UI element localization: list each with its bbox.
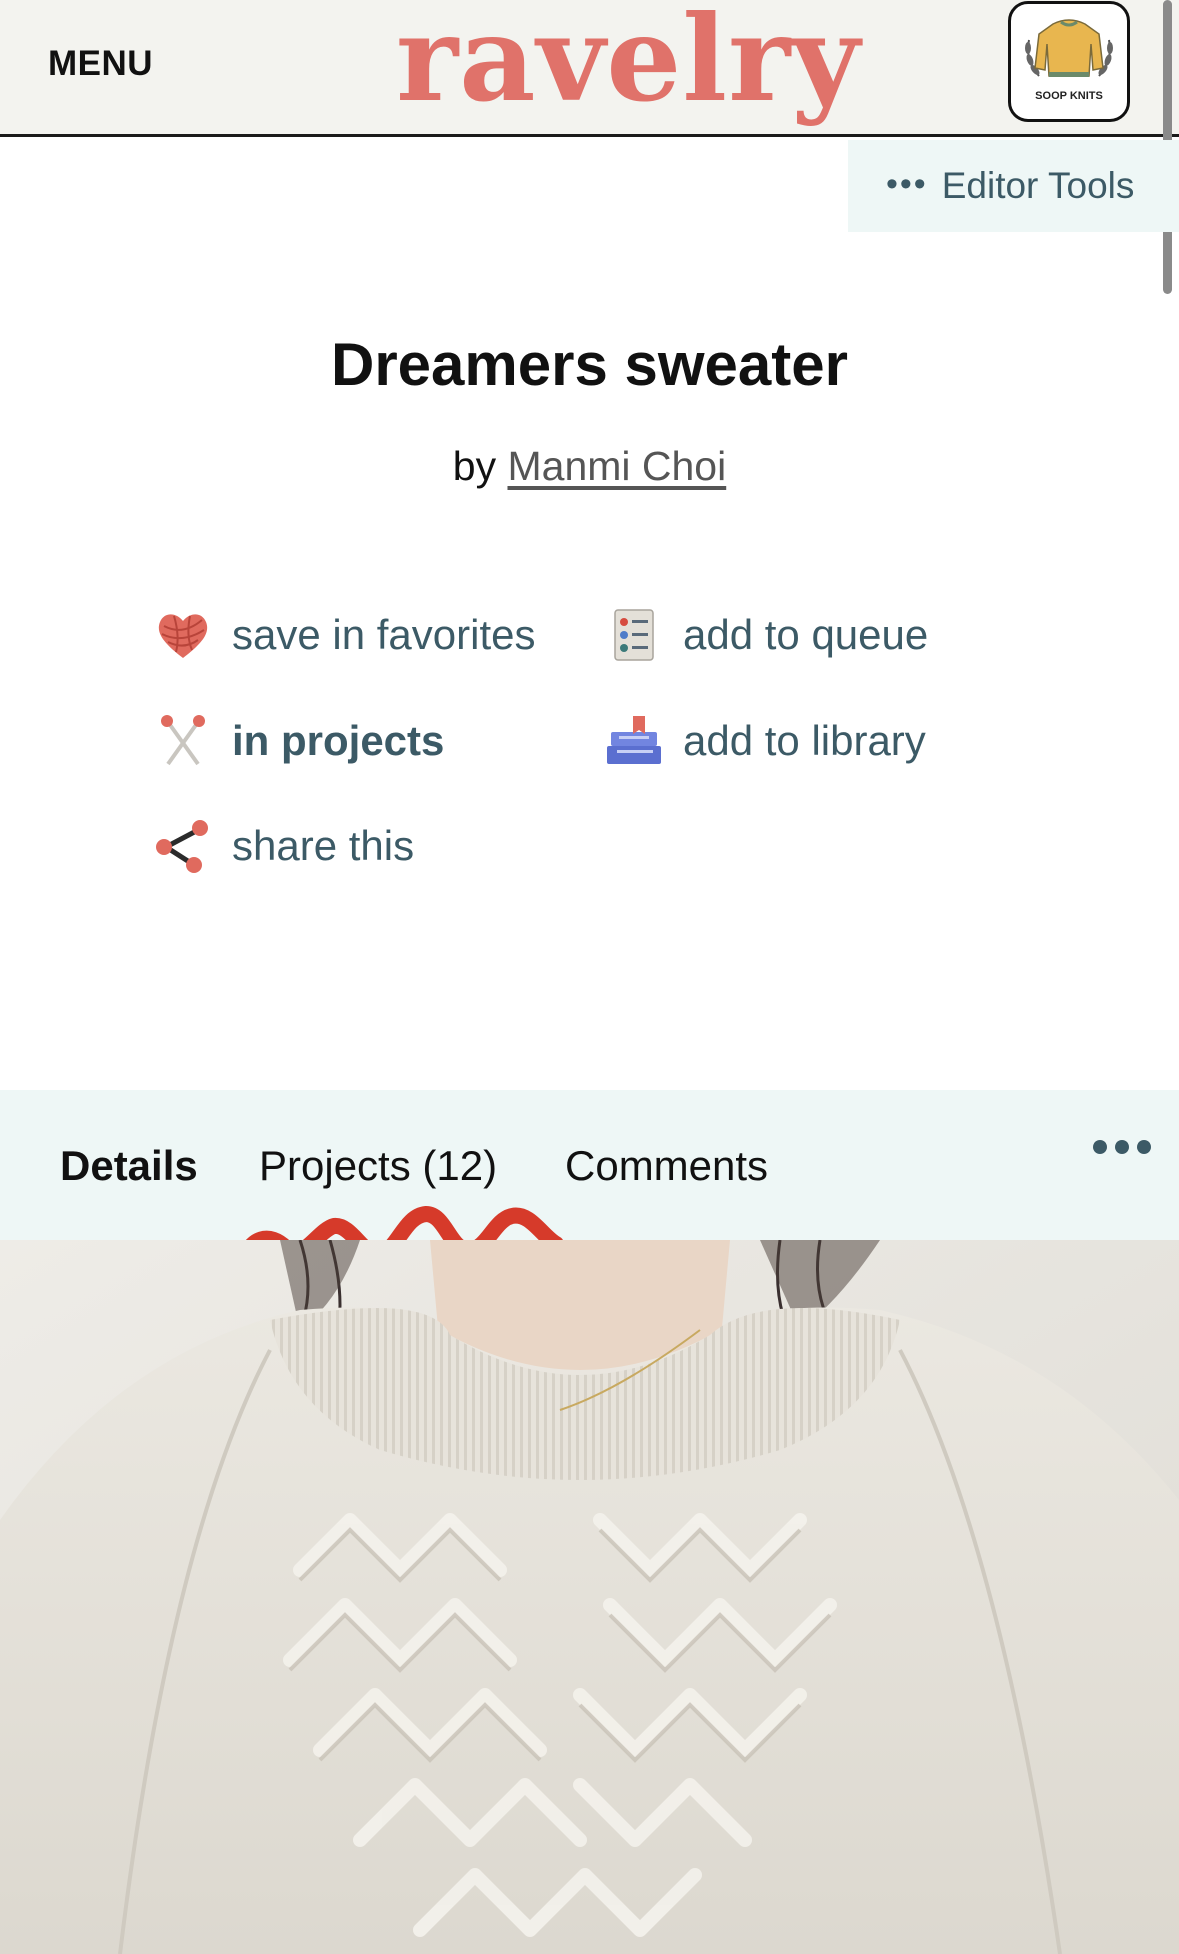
sweater-avatar-icon [1025,19,1113,77]
ellipsis-icon: ••• [886,164,928,203]
in-projects-label: in projects [232,717,445,764]
add-queue-action[interactable]: add to queue [605,606,928,664]
save-favorites-label: save in favorites [232,611,536,658]
queue-list-icon [614,609,654,661]
share-icon [156,820,208,873]
add-queue-label: add to queue [683,611,929,658]
tab-projects[interactable]: Projects (12) [259,1142,497,1190]
ellipsis-icon[interactable] [1090,1134,1154,1160]
knitting-needles-icon [161,715,205,766]
save-favorites-action[interactable]: save in favorites [154,606,535,664]
menu-button[interactable]: MENU [48,44,153,84]
byline: by Manmi Choi [0,443,1179,490]
tab-bar: Details Projects (12) Comments [0,1090,1179,1240]
pattern-title: Dreamers sweater [330,331,848,398]
share-label: share this [232,822,415,869]
user-avatar[interactable]: SOOP KNITS [1008,1,1130,122]
yarn-heart-icon [158,614,208,658]
editor-tools-button[interactable]: ••• Editor Tools [848,140,1179,232]
top-header: MENU ravelry SOOP KNITS [0,0,1179,137]
share-action[interactable]: share this [154,817,414,875]
author-link[interactable]: Manmi Choi [507,443,726,489]
in-projects-action[interactable]: in projects [154,712,444,770]
editor-tools-label: Editor Tools [941,165,1135,206]
tab-comments[interactable]: Comments [565,1142,768,1190]
ravelry-logo[interactable]: ravelry [396,0,861,124]
avatar-label: SOOP KNITS [1035,90,1103,102]
sweater-photo-illustration [0,1240,1179,1954]
tab-details[interactable]: Details [60,1142,198,1190]
add-library-label: add to library [683,717,926,764]
add-library-action[interactable]: add to library [605,712,926,770]
pattern-photo[interactable] [0,1240,1179,1954]
books-icon [607,716,661,764]
byline-prefix: by [452,443,497,489]
